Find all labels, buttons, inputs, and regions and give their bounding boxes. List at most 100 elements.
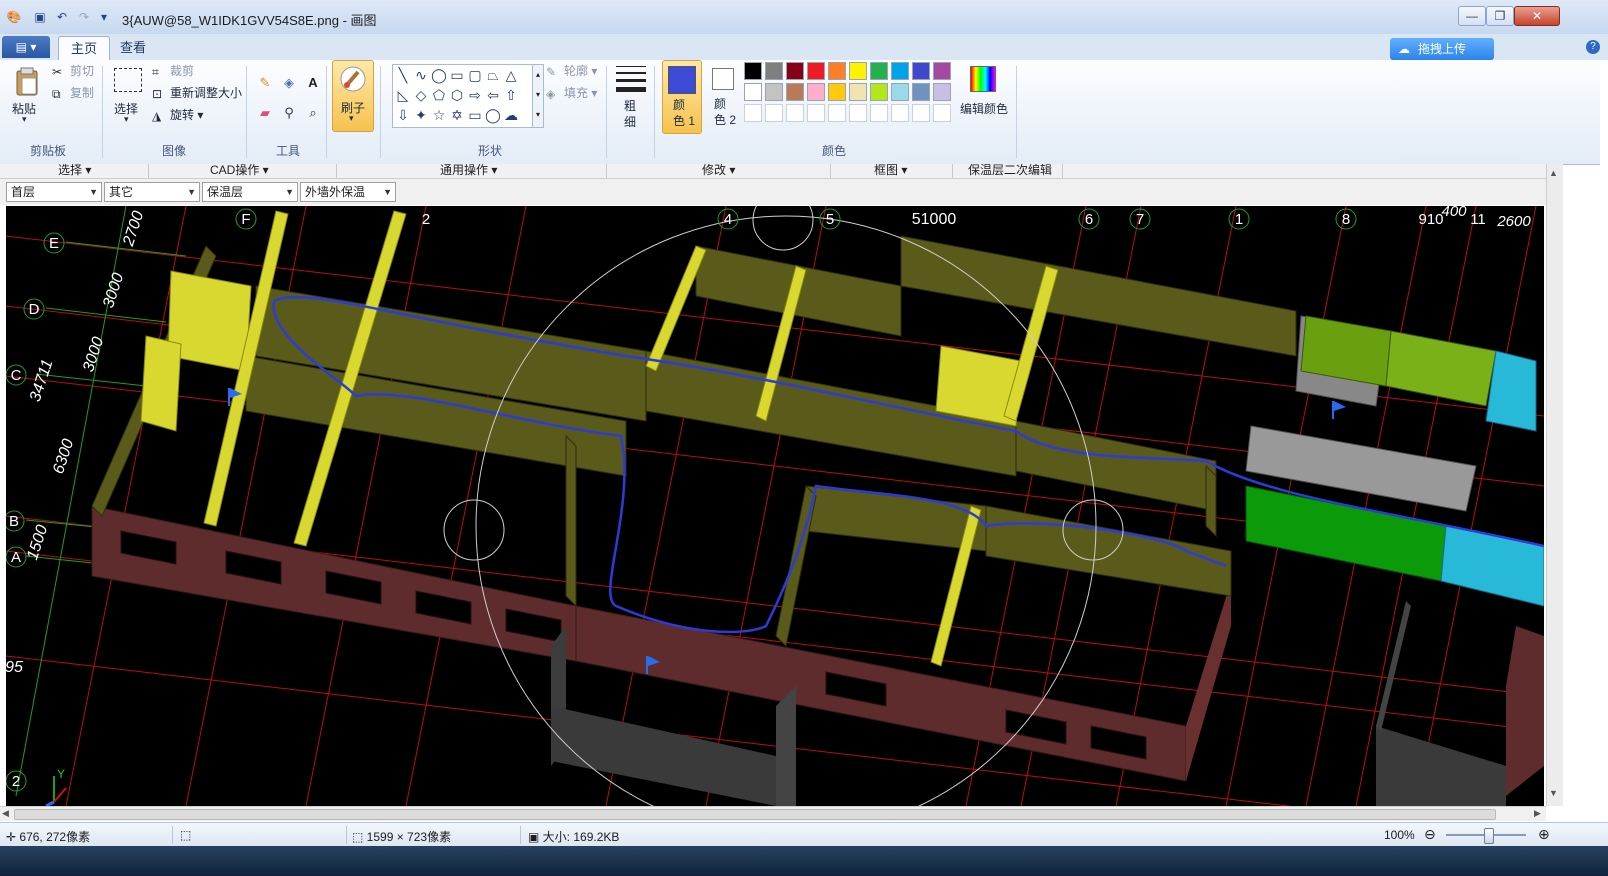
right-arrow-shape-icon[interactable]: ⇨ [467,87,483,103]
rotate-button[interactable]: ◮ 旋转 ▾ [152,106,203,123]
palette-color-swatch[interactable] [849,62,867,80]
size-button[interactable]: 粗 细 [614,62,648,132]
copy-button[interactable]: ⧉ 复制 [52,84,94,101]
undo-icon[interactable]: ↶ [54,9,70,25]
palette-color-swatch[interactable] [912,62,930,80]
custom-color-slot[interactable] [744,104,762,122]
color2-button[interactable]: 颜 色 2 [704,60,742,132]
color1-button[interactable]: 颜 色 1 [662,60,702,134]
paint-app-icon[interactable]: 🎨 [6,9,22,25]
palette-color-swatch[interactable] [765,83,783,101]
palette-color-swatch[interactable] [807,62,825,80]
palette-color-swatch[interactable] [870,83,888,101]
custom-color-slot[interactable] [933,104,951,122]
minimize-button[interactable]: — [1458,6,1486,26]
six-point-star-icon[interactable]: ✡ [449,107,465,123]
fill-button[interactable]: ◈ 填充 ▾ [546,84,597,101]
custom-color-slot[interactable] [828,104,846,122]
palette-color-swatch[interactable] [933,62,951,80]
palette-color-swatch[interactable] [891,83,909,101]
select-button[interactable]: 选择 ▾ [110,64,146,128]
cad-menu-insulation-edit[interactable]: 保温层二次编辑 [968,164,1052,178]
maximize-button[interactable]: ❐ [1486,6,1514,26]
upload-button[interactable]: ☁ 拖拽上传 [1390,38,1494,60]
custom-color-slot[interactable] [765,104,783,122]
cad-menu-modify[interactable]: 修改 ▾ [702,164,735,178]
palette-color-swatch[interactable] [765,62,783,80]
zoom-out-icon[interactable]: ⊖ [1424,826,1436,843]
polygon-shape-icon[interactable]: ⏢ [485,67,501,83]
pencil-icon[interactable]: ✎ [254,72,276,94]
customize-quick-access-icon[interactable]: ▾ [96,9,112,25]
hexagon-shape-icon[interactable]: ⬡ [449,87,465,103]
pentagon-shape-icon[interactable]: ⬠ [431,87,447,103]
palette-color-swatch[interactable] [786,83,804,101]
custom-color-slot[interactable] [870,104,888,122]
up-arrow-shape-icon[interactable]: ⇧ [503,87,519,103]
edit-colors-button[interactable]: 编辑颜色 [960,62,1010,132]
shapes-gallery[interactable]: ╲ ∿ ◯ ▭ ▢ ⏢ △ ◺ ◇ ⬠ ⬡ ⇨ ⇦ ⇧ ⇩ ✦ ☆ ✡ ▭ ◯ … [392,64,534,128]
horizontal-scrollbar[interactable]: ◀ ▶ [0,806,1546,821]
paste-dropdown-icon[interactable]: ▾ [22,114,27,125]
shapes-scroll[interactable]: ▴ ▾ ▾ [532,64,544,128]
rectangle-shape-icon[interactable]: ▭ [449,67,465,83]
fill-bucket-icon[interactable]: ◈ [278,72,300,94]
curve-shape-icon[interactable]: ∿ [413,67,429,83]
down-arrow-shape-icon[interactable]: ⇩ [395,107,411,123]
custom-color-slot[interactable] [912,104,930,122]
close-button[interactable]: ✕ [1514,6,1560,26]
tab-view[interactable]: 查看 [108,36,158,60]
help-icon[interactable]: ? [1586,40,1600,54]
palette-color-swatch[interactable] [891,62,909,80]
floor-select[interactable]: 首层 ▼ [6,182,102,202]
cad-menu-cad-ops[interactable]: CAD操作 ▾ [210,164,269,178]
brush-dropdown-icon[interactable]: ▾ [349,113,354,124]
insulation-type-select[interactable]: 外墙外保温 ▼ [300,182,396,202]
save-icon[interactable]: ▣ [32,9,48,25]
oval-shape-icon[interactable]: ◯ [431,67,447,83]
zoom-slider-thumb[interactable] [1484,828,1494,844]
custom-color-slot[interactable] [891,104,909,122]
eraser-icon[interactable]: ▰ [254,102,276,124]
redo-icon[interactable]: ↷ [76,9,92,25]
palette-color-swatch[interactable] [744,83,762,101]
four-point-star-icon[interactable]: ✦ [413,107,429,123]
category-select[interactable]: 其它 ▼ [104,182,200,202]
cad-menu-common-ops[interactable]: 通用操作 ▾ [440,164,497,178]
scroll-up-icon[interactable]: ▲ [1549,168,1558,178]
triangle-shape-icon[interactable]: △ [503,67,519,83]
diamond-shape-icon[interactable]: ◇ [413,87,429,103]
brushes-button[interactable]: 刷子 ▾ [332,60,374,132]
paste-button[interactable]: 粘贴 ▾ [10,64,44,128]
horizontal-scroll-thumb[interactable] [14,809,1496,820]
magnifier-icon[interactable]: ⌕ [302,102,324,124]
palette-color-swatch[interactable] [870,62,888,80]
palette-color-swatch[interactable] [828,83,846,101]
crop-button[interactable]: ⌗ 裁剪 [152,62,194,79]
cut-button[interactable]: ✂ 剪切 [52,62,94,79]
zoom-in-icon[interactable]: ⊕ [1538,826,1550,843]
resize-button[interactable]: ⊡ 重新调整大小 [152,84,242,101]
speech-bubble-icon[interactable]: ▭ [467,107,483,123]
scroll-left-icon[interactable]: ◀ [2,808,9,819]
right-triangle-shape-icon[interactable]: ◺ [395,87,411,103]
palette-color-swatch[interactable] [849,83,867,101]
scroll-right-icon[interactable]: ▶ [1534,808,1541,819]
palette-color-swatch[interactable] [912,83,930,101]
line-shape-icon[interactable]: ╲ [395,67,411,83]
custom-color-slot[interactable] [786,104,804,122]
palette-color-swatch[interactable] [786,62,804,80]
left-arrow-shape-icon[interactable]: ⇦ [485,87,501,103]
custom-color-slot[interactable] [849,104,867,122]
oval-callout-icon[interactable]: ◯ [485,107,501,123]
cloud-callout-icon[interactable]: ☁ [503,107,519,123]
drawing-canvas[interactable]: Y F 2 4 5 51000 6 7 1 8 910 11 2600 400 EDCBA2 2700 3… [6,206,1544,806]
cad-menu-frame[interactable]: 框图 ▾ [874,164,907,178]
color-picker-icon[interactable]: ⚲ [278,102,300,124]
file-menu-button[interactable]: ▤ ▾ [2,36,50,58]
text-icon[interactable]: A [302,72,324,94]
palette-color-swatch[interactable] [933,83,951,101]
cad-menu-select[interactable]: 选择 ▾ [58,164,91,178]
palette-color-swatch[interactable] [744,62,762,80]
scroll-down-icon[interactable]: ▼ [1549,788,1558,798]
